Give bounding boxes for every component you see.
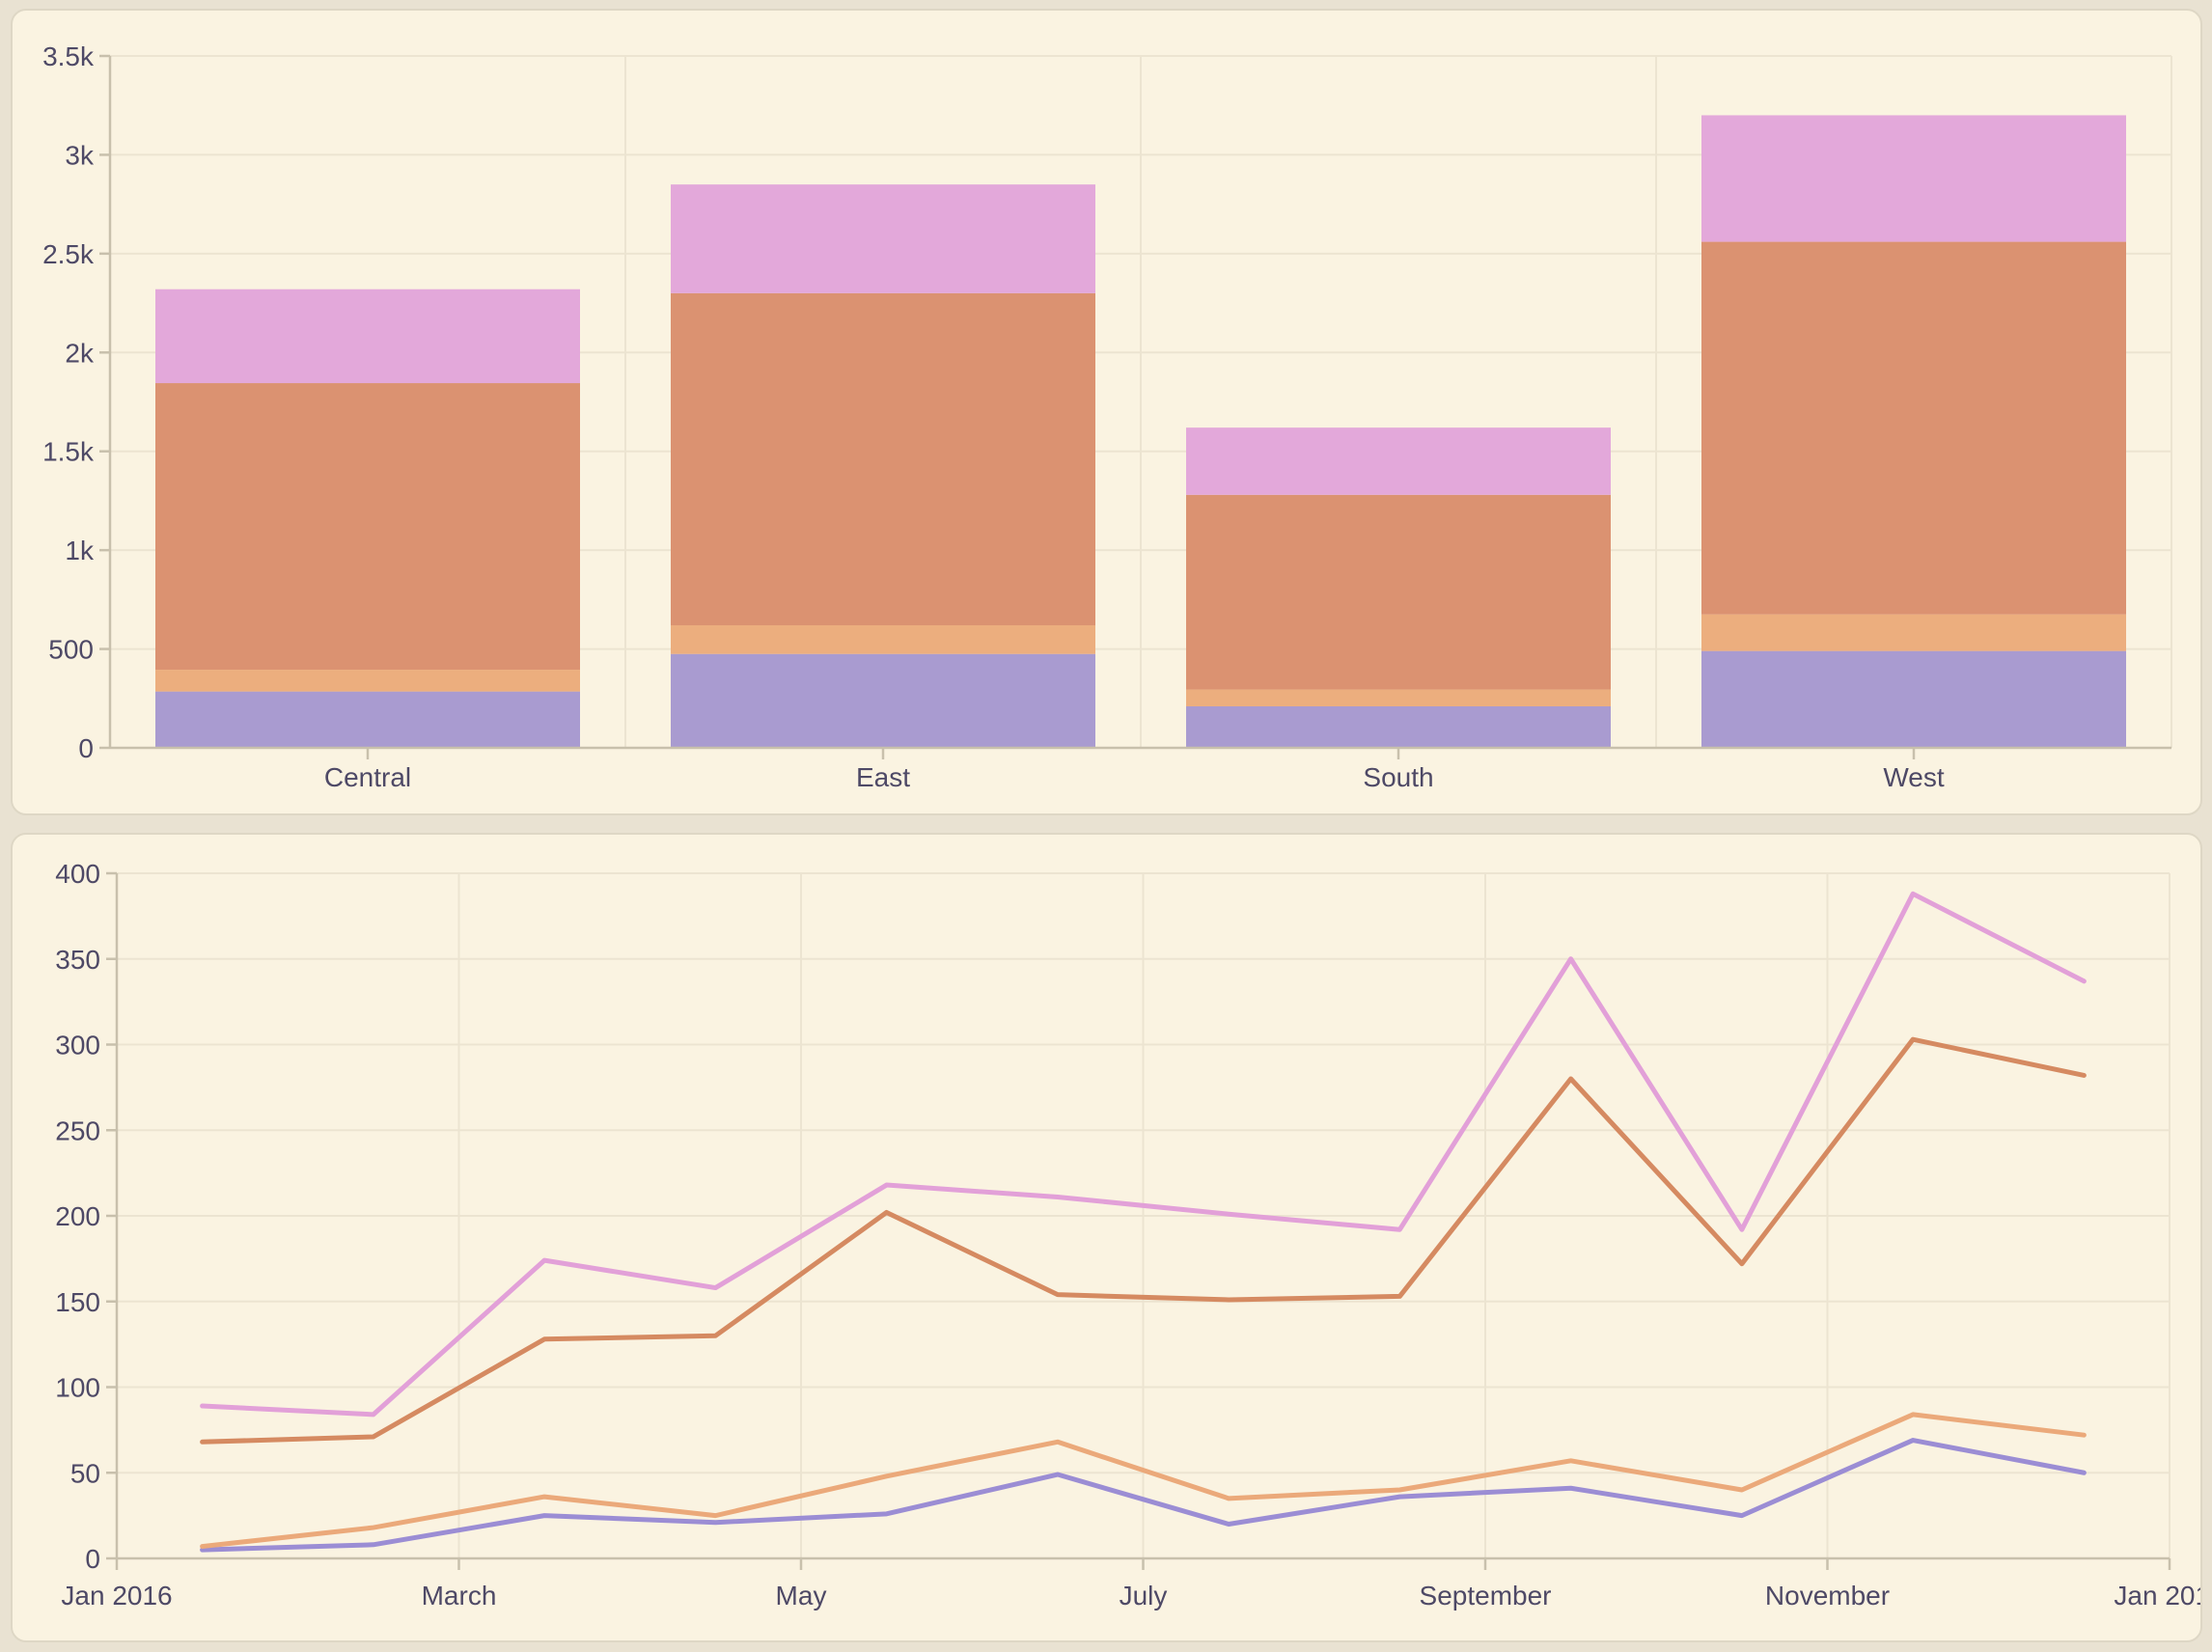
y-axis-label: 0	[78, 733, 94, 763]
bar-segment-salmon[interactable]	[155, 383, 580, 670]
x-axis-label: East	[856, 762, 910, 792]
bar-segment-pink[interactable]	[1186, 427, 1611, 495]
bar-segment-salmon[interactable]	[1701, 242, 2126, 615]
y-axis-label: 0	[85, 1544, 100, 1574]
y-axis-label: 150	[55, 1287, 100, 1317]
x-axis-label: Central	[324, 762, 411, 792]
y-axis-label: 3.5k	[42, 41, 95, 71]
line-chart-card: 0 50 100 150 200 250 300 350 400 Jan 2016 March May…	[11, 833, 2202, 1642]
stacked-bar-chart-card: 0 500 1k 1.5k 2k 2.5k 3k 3.5k Central East South We…	[11, 9, 2202, 815]
y-axis-label: 2k	[65, 338, 95, 368]
line-chart: 0 50 100 150 200 250 300 350 400 Jan 2016 March May…	[11, 833, 2202, 1642]
bar-segment-pink[interactable]	[671, 184, 1095, 293]
y-axis-label: 400	[55, 859, 100, 889]
x-axis-label: March	[422, 1581, 497, 1611]
y-axis-label: 100	[55, 1373, 100, 1403]
bar-segment-tan[interactable]	[1701, 615, 2126, 651]
y-axis-label: 250	[55, 1115, 100, 1145]
x-axis-label: South	[1363, 762, 1433, 792]
bar-segment-salmon[interactable]	[1186, 495, 1611, 690]
x-axis-label: July	[1120, 1581, 1168, 1611]
y-axis-label: 350	[55, 945, 100, 975]
bar-segment-tan[interactable]	[1186, 690, 1611, 706]
y-axis-label: 3k	[65, 140, 95, 170]
y-axis-label: 200	[55, 1201, 100, 1231]
bar-segment-purple[interactable]	[155, 692, 580, 748]
y-axis-label: 1k	[65, 536, 95, 565]
bar-segment-purple[interactable]	[1701, 651, 2126, 748]
bar-segment-salmon[interactable]	[671, 293, 1095, 625]
x-axis-label: November	[1765, 1581, 1890, 1611]
y-axis-label: 1.5k	[42, 437, 95, 467]
y-axis-label: 50	[70, 1458, 100, 1488]
stacked-bar-chart: 0 500 1k 1.5k 2k 2.5k 3k 3.5k Central East South We…	[11, 9, 2202, 815]
bar-segment-tan[interactable]	[671, 625, 1095, 654]
bar-segment-pink[interactable]	[1701, 115, 2126, 241]
x-axis-label: Jan 2017	[2114, 1581, 2202, 1611]
x-axis-label: September	[1420, 1581, 1552, 1611]
bar-segment-pink[interactable]	[155, 289, 580, 383]
bar-segment-purple[interactable]	[1186, 706, 1611, 748]
x-axis-label: Jan 2016	[61, 1581, 172, 1611]
bar-segment-purple[interactable]	[671, 654, 1095, 748]
bar-segment-tan[interactable]	[155, 670, 580, 692]
y-axis-label: 2.5k	[42, 239, 95, 269]
y-axis-label: 300	[55, 1031, 100, 1060]
y-axis-label: 500	[48, 635, 94, 665]
x-axis-label: May	[776, 1581, 827, 1611]
x-axis-label: West	[1883, 762, 1944, 792]
